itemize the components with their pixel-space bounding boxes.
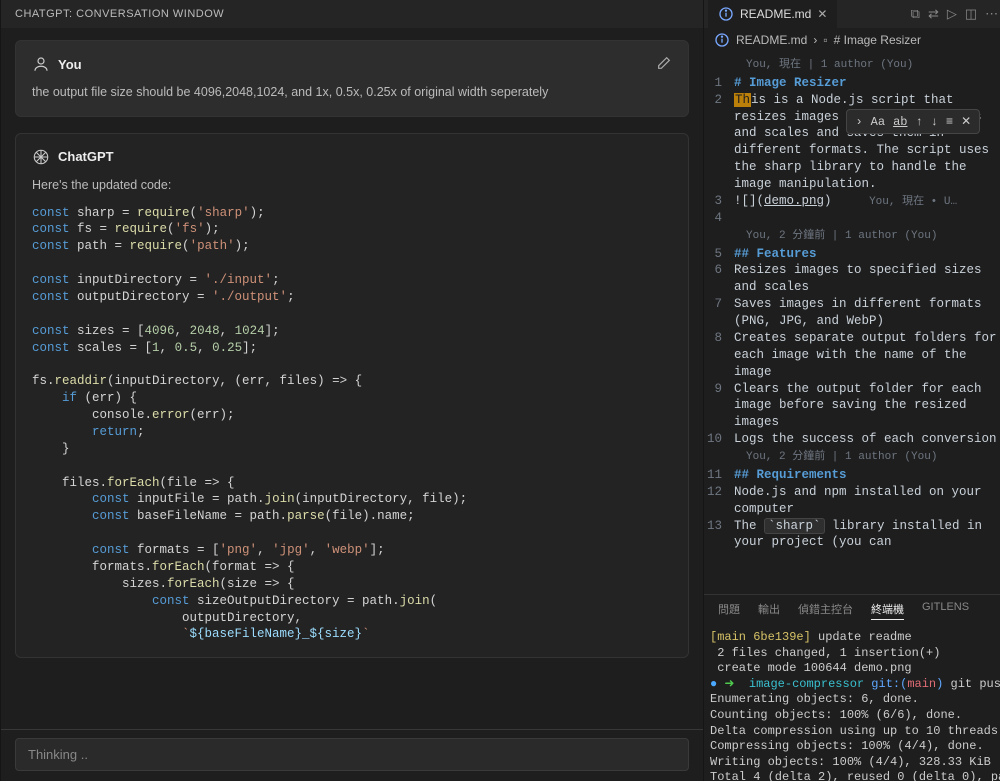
chatgpt-icon xyxy=(32,148,50,166)
compare-icon[interactable]: ⇄ xyxy=(928,6,939,22)
line-number: 1 xyxy=(704,75,734,92)
tab-output[interactable]: 輸出 xyxy=(758,601,780,620)
line-number: 10 xyxy=(704,431,734,448)
info-icon xyxy=(714,32,730,48)
line-number: 6 xyxy=(704,262,734,296)
editor-body[interactable]: › Aa ab ↑ ↓ ≡ ✕ You, 現在 | 1 author (You)… xyxy=(704,52,1000,594)
line-number: 9 xyxy=(704,381,734,432)
user-message: You the output file size should be 4096,… xyxy=(15,40,689,117)
panel-tab-bar: 問題 輸出 偵錯主控台 終端機 GITLENS xyxy=(704,594,1000,626)
line-number: 2 xyxy=(704,92,734,193)
run-icon[interactable]: ▷ xyxy=(947,6,957,22)
user-author-name: You xyxy=(58,57,82,72)
line-number: 12 xyxy=(704,484,734,518)
editor-line: Saves images in different formats (PNG, … xyxy=(734,296,1000,330)
tab-terminal[interactable]: 終端機 xyxy=(871,601,904,620)
preview-icon[interactable]: ⧉ xyxy=(911,6,920,22)
line-number: 5 xyxy=(704,246,734,263)
close-icon[interactable]: ✕ xyxy=(961,114,971,129)
chatgpt-panel: CHATGPT: CONVERSATION WINDOW You the out… xyxy=(1,0,703,781)
tab-readme[interactable]: README.md ✕ xyxy=(708,0,837,28)
editor-tab-bar: README.md ✕ ⧉ ⇄ ▷ ◫ ⋯ xyxy=(704,0,1000,28)
editor-line: The `sharp` library installed in your pr… xyxy=(734,518,1000,552)
assistant-message: ChatGPT Here's the updated code: const s… xyxy=(15,133,689,659)
editor-line: Logs the success of each conversion xyxy=(734,431,1000,448)
info-icon xyxy=(718,6,734,22)
line-number: 3 xyxy=(704,193,734,210)
close-icon[interactable]: ✕ xyxy=(817,7,827,21)
find-whole-word[interactable]: ab xyxy=(893,115,907,129)
editor-line: ## Features xyxy=(734,246,1000,263)
editor-line: ![](demo.png) You, 現在 • U… xyxy=(734,193,1000,210)
editor-line: Resizes images to specified sizes and sc… xyxy=(734,262,1000,296)
tab-debug-console[interactable]: 偵錯主控台 xyxy=(798,601,853,620)
line-number: 11 xyxy=(704,467,734,484)
terminal-output[interactable]: [main 6be139e] update readme 2 files cha… xyxy=(704,626,1000,781)
find-bar[interactable]: › Aa ab ↑ ↓ ≡ ✕ xyxy=(846,109,980,134)
breadcrumb-section: # Image Resizer xyxy=(834,33,921,47)
editor-line: Node.js and npm installed on your comput… xyxy=(734,484,1000,518)
chat-input[interactable]: Thinking .. xyxy=(15,738,689,771)
git-blame-annotation: You, 2 分鐘前 | 1 author (You) xyxy=(704,450,1000,465)
breadcrumb-file: README.md xyxy=(736,33,807,47)
git-blame-annotation: You, 2 分鐘前 | 1 author (You) xyxy=(704,229,1000,244)
line-number: 7 xyxy=(704,296,734,330)
tab-toolbar: ⧉ ⇄ ▷ ◫ ⋯ xyxy=(911,6,1000,22)
tab-gitlens[interactable]: GITLENS xyxy=(922,601,969,620)
find-case-sensitive[interactable]: Aa xyxy=(871,115,885,129)
line-number: 4 xyxy=(704,210,734,227)
git-blame-annotation: You, 現在 | 1 author (You) xyxy=(704,58,1000,73)
symbol-icon: ▫ xyxy=(823,33,827,47)
tab-label: README.md xyxy=(740,7,811,21)
editor-line: Clears the output folder for each image … xyxy=(734,381,1000,432)
editor-line: # Image Resizer xyxy=(734,75,1000,92)
user-icon xyxy=(32,55,50,73)
arrow-down-icon[interactable]: ↓ xyxy=(931,115,938,129)
list-icon[interactable]: ≡ xyxy=(946,115,953,129)
editor-line: ## Requirements xyxy=(734,467,1000,484)
chat-scroll-area[interactable]: You the output file size should be 4096,… xyxy=(1,28,703,729)
tab-problems[interactable]: 問題 xyxy=(718,601,740,620)
chevron-right-icon[interactable]: › xyxy=(855,115,862,129)
breadcrumb[interactable]: README.md › ▫ # Image Resizer xyxy=(704,28,1000,52)
editor-line: This is a Node.js script that resizes im… xyxy=(734,92,1000,193)
arrow-up-icon[interactable]: ↑ xyxy=(915,115,922,129)
assistant-code-block: const sharp = require('sharp'); const fs… xyxy=(32,205,672,644)
chat-panel-title: CHATGPT: CONVERSATION WINDOW xyxy=(1,0,703,28)
split-icon[interactable]: ◫ xyxy=(965,6,977,22)
line-number: 13 xyxy=(704,518,734,552)
user-message-text: the output file size should be 4096,2048… xyxy=(32,83,672,102)
chevron-right-icon: › xyxy=(813,33,817,47)
git-blame-inline: You, 現在 • U… xyxy=(869,196,957,208)
more-icon[interactable]: ⋯ xyxy=(985,6,998,22)
editor-line: Creates separate output folders for each… xyxy=(734,330,1000,381)
edit-icon[interactable] xyxy=(656,55,672,74)
assistant-author-name: ChatGPT xyxy=(58,149,114,164)
assistant-intro-text: Here's the updated code: xyxy=(32,176,672,195)
editor-line xyxy=(734,210,1000,227)
line-number: 8 xyxy=(704,330,734,381)
editor-panel: README.md ✕ ⧉ ⇄ ▷ ◫ ⋯ README.md › ▫ # Im… xyxy=(703,0,1000,781)
